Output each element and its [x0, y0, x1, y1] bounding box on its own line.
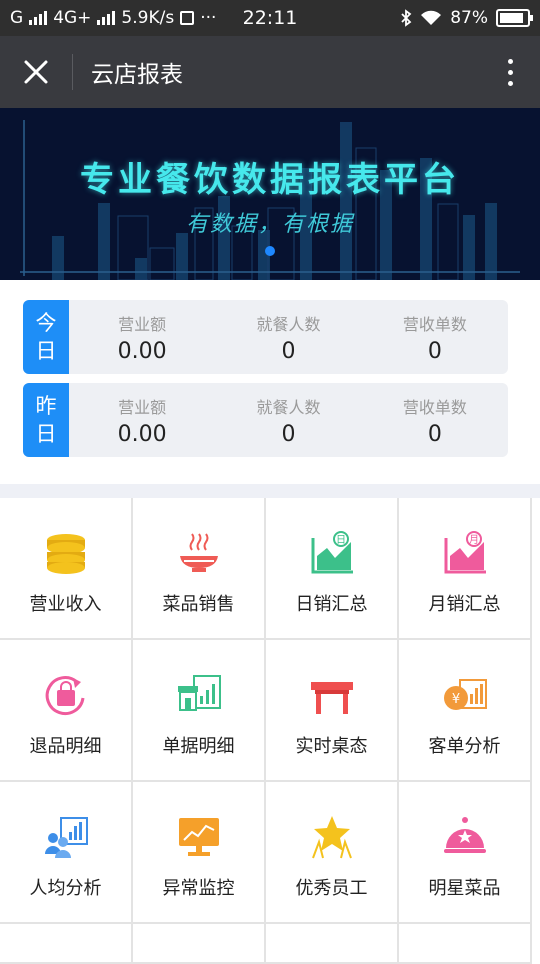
grid-item-label: 单据明细: [162, 736, 235, 757]
stat-label: 营业额: [118, 314, 167, 334]
day-badge-top: 昨: [35, 393, 57, 418]
network-label: 4G+: [53, 8, 92, 28]
day-badge-top: 今: [35, 310, 57, 335]
grid-item-label: 客单分析: [428, 736, 501, 757]
grid-item-monthly-summary[interactable]: 月 月销汇总: [399, 498, 532, 640]
stat-value: 0: [427, 421, 442, 447]
stats-section: 今 日 营业额 0.00 就餐人数 0 营收单数 0 昨 日 营业额 0.00 …: [0, 280, 540, 484]
grid-item-per-capita[interactable]: 人均分析: [0, 782, 133, 924]
grid-item-customer-analysis[interactable]: ¥ 客单分析: [399, 640, 532, 782]
signal-icon: [29, 11, 48, 25]
grid-item-revenue[interactable]: 营业收入: [0, 498, 133, 640]
bluetooth-icon: [401, 9, 412, 27]
battery-percent: 87%: [450, 8, 488, 28]
stat-value: 0: [281, 338, 296, 364]
stat-label: 就餐人数: [256, 314, 321, 334]
status-bar: G 4G+ 5.9K/s ··· 22:11 87%: [0, 0, 540, 36]
svg-text:日: 日: [336, 535, 346, 546]
grid-item-anomaly-monitor[interactable]: 异常监控: [133, 782, 266, 924]
more-dot-icon: [507, 58, 513, 64]
more-dot-icon: [507, 80, 513, 86]
daily-chart-icon: 日: [311, 531, 353, 574]
cloche-icon: [443, 817, 486, 853]
stat-label: 营业额: [118, 397, 167, 417]
svg-text:¥: ¥: [451, 692, 459, 707]
monthly-chart-icon: 月: [444, 531, 486, 574]
stat-revenue: 营业额 0.00: [69, 383, 215, 457]
stats-row-today[interactable]: 今 日 营业额 0.00 就餐人数 0 营收单数 0: [23, 300, 508, 374]
grid-item-label: 日销汇总: [295, 594, 368, 615]
stat-value: 0.00: [117, 421, 167, 447]
grid-item-daily-summary[interactable]: 日 日销汇总: [266, 498, 399, 640]
stat-label: 营收单数: [402, 397, 467, 417]
grid-item-dish-sales[interactable]: 菜品销售: [133, 498, 266, 640]
grid-item-label: 优秀员工: [295, 878, 368, 899]
grid-item-returns[interactable]: 退品明细: [0, 640, 133, 782]
table-icon: [310, 682, 353, 714]
day-badge: 今 日: [23, 300, 69, 374]
day-badge-bottom: 日: [35, 422, 57, 446]
carousel-indicator[interactable]: [265, 246, 275, 256]
grid-item-receipts[interactable]: 单据明细: [133, 640, 266, 782]
grid-item-label: 菜品销售: [162, 594, 235, 615]
people-chart-icon: [44, 817, 88, 858]
stat-value: 0.00: [117, 338, 167, 364]
signal-icon: [97, 11, 116, 25]
return-bag-icon: [45, 676, 84, 716]
battery-icon: [496, 9, 533, 27]
stats-row-yesterday[interactable]: 昨 日 营业额 0.00 就餐人数 0 营收单数 0: [23, 383, 508, 457]
close-button[interactable]: [0, 36, 72, 108]
close-icon: [24, 60, 48, 84]
star-award-icon: [311, 816, 352, 859]
grid-item-empty: [133, 924, 266, 964]
more-notifications-icon: ···: [200, 8, 217, 28]
banner-subtitle: 有数据，有根据: [185, 212, 354, 237]
speed-label: 5.9K/s: [121, 8, 175, 28]
grid-item-star-dishes[interactable]: 明星菜品: [399, 782, 532, 924]
title-divider: [72, 54, 73, 90]
status-right: 87%: [400, 8, 533, 28]
status-left: G 4G+ 5.9K/s ···: [10, 8, 220, 28]
wifi-icon: [421, 10, 442, 25]
stat-value: 0: [281, 421, 296, 447]
stat-diners: 就餐人数 0: [215, 383, 361, 457]
grid-item-top-staff[interactable]: 优秀员工: [266, 782, 399, 924]
grid-item-empty: [266, 924, 399, 964]
coins-icon: [46, 534, 85, 574]
stat-orders: 营收单数 0: [362, 300, 508, 374]
grid-item-label: 异常监控: [162, 878, 235, 899]
yuan-chart-icon: ¥: [443, 679, 487, 710]
stat-revenue: 营业额 0.00: [69, 300, 215, 374]
page-title: 云店报表: [91, 62, 183, 88]
svg-text:月: 月: [469, 534, 479, 546]
stat-label: 营收单数: [402, 314, 467, 334]
grid-item-label: 实时桌态: [295, 736, 368, 757]
stat-diners: 就餐人数 0: [215, 300, 361, 374]
grid-item-label: 退品明细: [29, 736, 102, 757]
banner-title: 专业餐饮数据报表平台: [80, 160, 460, 200]
monitor-icon: [178, 818, 219, 856]
more-menu-button[interactable]: [480, 36, 540, 108]
grid-item-table-status[interactable]: 实时桌态: [266, 640, 399, 782]
grid-item-empty: [0, 924, 133, 964]
notification-icon: [180, 11, 195, 25]
grid-item-label: 营业收入: [29, 594, 102, 615]
section-separator: [0, 484, 540, 498]
grid-item-label: 明星菜品: [428, 878, 501, 899]
carrier-label: G: [10, 8, 24, 28]
grid-item-label: 人均分析: [29, 878, 102, 899]
more-dot-icon: [507, 69, 513, 75]
grid-item-empty: [399, 924, 532, 964]
grid-item-label: 月销汇总: [428, 594, 501, 615]
stat-value: 0: [427, 338, 442, 364]
store-receipt-icon: [177, 675, 221, 711]
title-bar: 云店报表: [0, 36, 540, 108]
day-badge: 昨 日: [23, 383, 69, 457]
dish-icon: [179, 533, 218, 572]
day-badge-bottom: 日: [35, 339, 57, 363]
stat-label: 就餐人数: [256, 397, 321, 417]
stat-orders: 营收单数 0: [362, 383, 508, 457]
